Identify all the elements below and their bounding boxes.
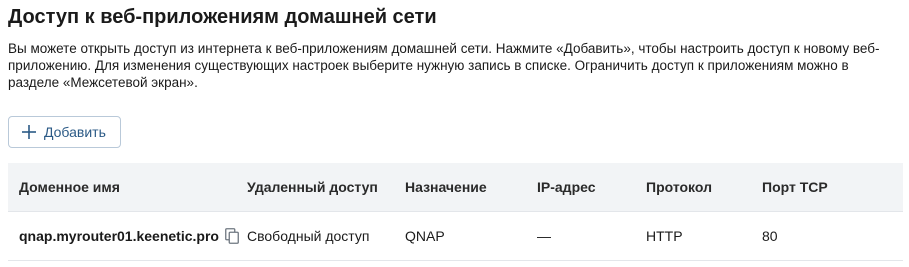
- web-apps-table: Доменное имя Удаленный доступ Назначение…: [8, 163, 903, 261]
- table-header: Доменное имя Удаленный доступ Назначение…: [8, 163, 903, 212]
- add-button[interactable]: Добавить: [8, 116, 121, 148]
- table-row[interactable]: qnap.myrouter01.keenetic.pro Свободный д…: [8, 212, 903, 261]
- protocol-cell: HTTP: [646, 228, 683, 244]
- ip-cell: —: [537, 228, 551, 244]
- add-button-label: Добавить: [44, 124, 106, 140]
- column-header-destination: Назначение: [405, 179, 487, 195]
- column-header-remote-access: Удаленный доступ: [247, 179, 378, 195]
- page: Доступ к веб-приложениям домашней сети В…: [0, 0, 909, 267]
- remote-access-cell: Свободный доступ: [247, 228, 370, 244]
- page-title: Доступ к веб-приложениям домашней сети: [8, 6, 437, 28]
- copy-icon[interactable]: [225, 228, 239, 244]
- column-header-port: Порт TCP: [762, 179, 828, 195]
- column-header-ip: IP-адрес: [537, 179, 596, 195]
- column-header-protocol: Протокол: [646, 179, 712, 195]
- column-header-domain: Доменное имя: [19, 179, 120, 195]
- page-description: Вы можете открыть доступ из интернета к …: [8, 41, 880, 90]
- plus-icon: [22, 125, 36, 139]
- destination-cell: QNAP: [405, 228, 445, 244]
- domain-cell: qnap.myrouter01.keenetic.pro: [19, 212, 239, 260]
- domain-name: qnap.myrouter01.keenetic.pro: [19, 228, 219, 244]
- port-cell: 80: [762, 228, 778, 244]
